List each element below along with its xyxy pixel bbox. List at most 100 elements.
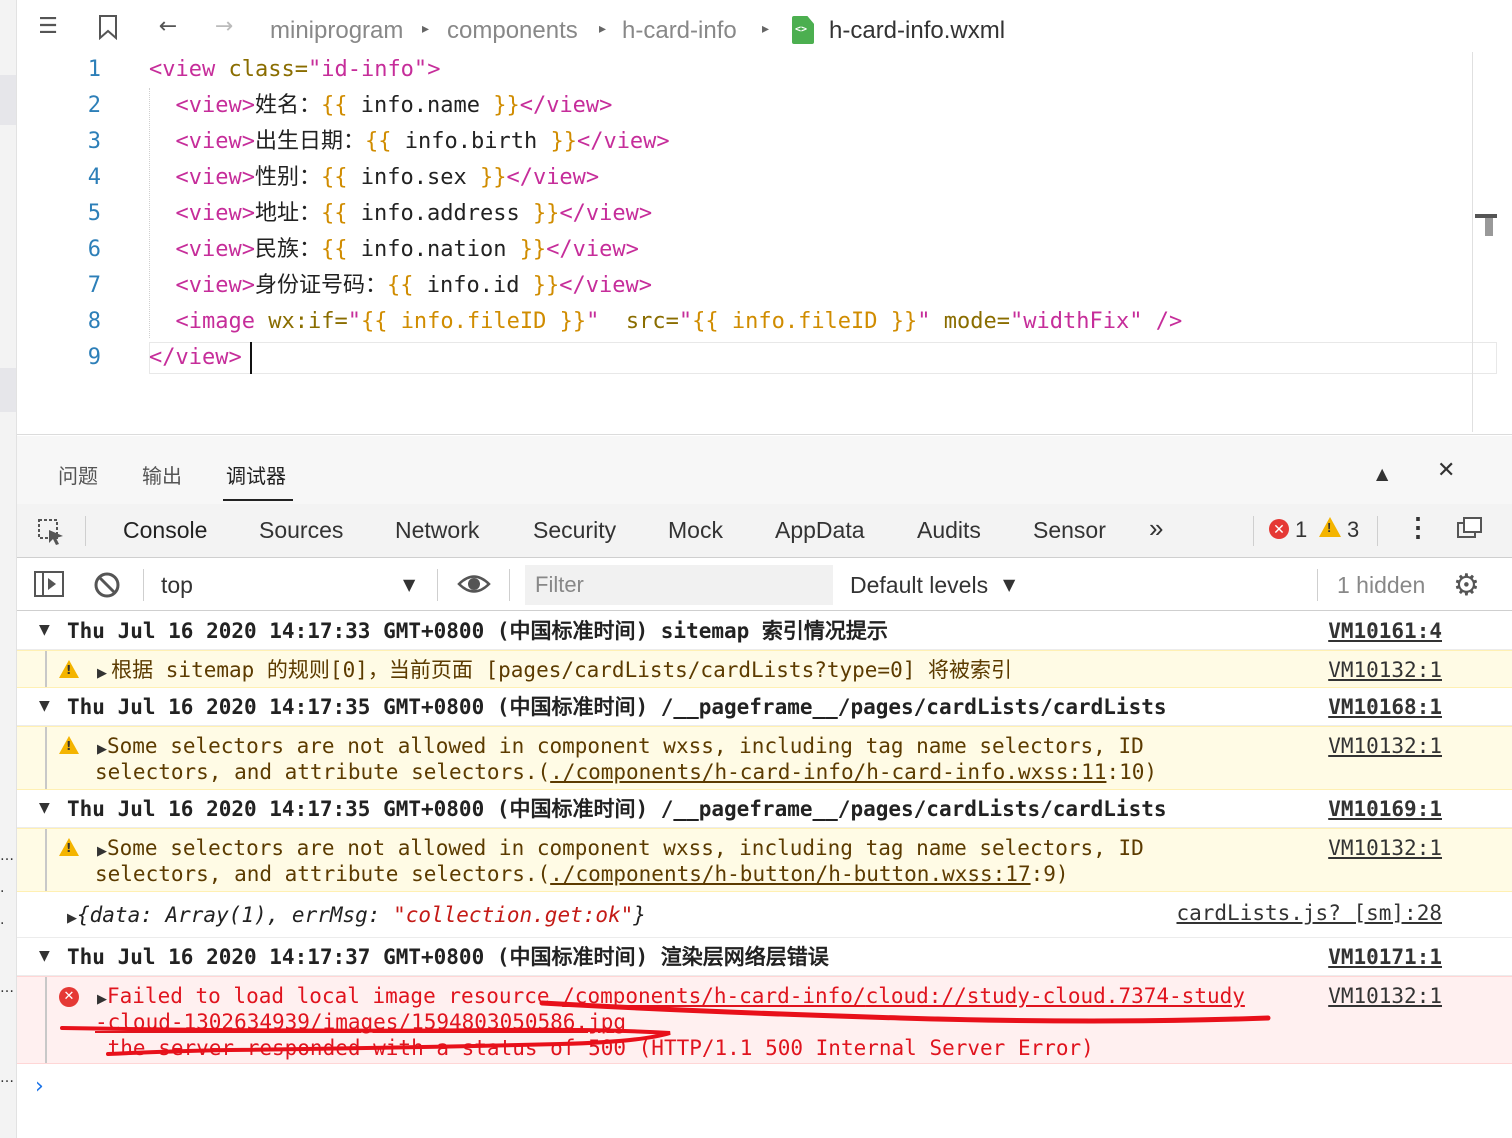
code-line[interactable]: 1 <view class="id-info"> [17, 52, 1497, 88]
expand-triangle-icon[interactable]: ▶ [97, 666, 111, 681]
breadcrumb-segment[interactable]: miniprogram [270, 17, 403, 45]
text-caret [250, 342, 252, 374]
breadcrumb-segment[interactable]: h-card-info [622, 17, 737, 45]
source-link[interactable]: VM10132:1 [1328, 733, 1442, 759]
code-line[interactable]: 5 <view>地址：{{ info.address }}</view> [17, 196, 1497, 232]
code-token: {{ info.fileID }} [692, 309, 918, 334]
filter-input[interactable] [525, 565, 833, 605]
log-object[interactable]: ▶{data: Array(1), errMsg: "collection.ge… [67, 902, 646, 932]
breadcrumb-file[interactable]: h-card-info.wxml [829, 17, 1005, 45]
tab-audits[interactable]: Audits [917, 517, 981, 544]
expand-triangle-icon[interactable]: ▶ [97, 992, 107, 1007]
source-link[interactable]: VM10132:1 [1328, 835, 1442, 861]
warning-count-icon[interactable] [1319, 517, 1341, 537]
list-icon[interactable]: ☰ [35, 14, 61, 40]
expand-triangle-icon[interactable]: ▶ [97, 742, 107, 757]
code-token: " [678, 309, 693, 334]
code-token: info.nation [347, 237, 520, 262]
source-link[interactable]: VM10171:1 [1328, 944, 1442, 970]
expand-triangle-icon[interactable]: ▶ [67, 911, 77, 926]
warning-count[interactable]: 3 [1347, 517, 1359, 543]
wxss-file-link[interactable]: ./components/h-card-info/h-card-info.wxs… [550, 760, 1106, 784]
tab-mock[interactable]: Mock [668, 517, 723, 544]
source-link[interactable]: VM10168:1 [1328, 694, 1442, 720]
group-indent [45, 727, 47, 789]
source-link[interactable]: VM10161:4 [1328, 618, 1442, 644]
code-token: <view> [175, 129, 255, 154]
error-path-link[interactable]: /components/h-card-info/ [562, 984, 865, 1008]
console-prompt-icon[interactable]: › [35, 1074, 44, 1099]
chevron-down-icon[interactable]: ▼ [403, 575, 415, 594]
code-line[interactable]: 6 <view>民族：{{ info.nation }}</view> [17, 232, 1497, 268]
gear-icon[interactable]: ⚙ [1453, 568, 1480, 603]
breadcrumb-segment[interactable]: components [447, 17, 578, 45]
code-line[interactable]: 7 <view>身份证号码：{{ info.id }}</view> [17, 268, 1497, 304]
error-count[interactable]: 1 [1295, 517, 1307, 543]
tab-output[interactable]: 输出 [142, 460, 182, 489]
log-object-text: } [633, 903, 646, 927]
code-line[interactable]: 4 <view>性别：{{ info.sex }}</view> [17, 160, 1497, 196]
wxss-file-link[interactable]: ./components/h-button/h-button.wxss:17 [550, 862, 1030, 886]
left-activity-strip: … . . … … [0, 0, 17, 1138]
code-token: info.sex [347, 165, 480, 190]
inspect-element-icon[interactable] [37, 518, 63, 545]
source-link[interactable]: VM10169:1 [1328, 796, 1442, 822]
undock-icon[interactable] [1457, 516, 1483, 546]
eye-icon[interactable] [457, 571, 491, 603]
tab-security[interactable]: Security [533, 517, 616, 544]
sidebar-toggle-icon[interactable] [34, 571, 64, 603]
cloud-file-link[interactable]: cloud://study-cloud.7374-study [866, 984, 1245, 1008]
forward-arrow-icon[interactable]: → [211, 14, 237, 40]
divider [1377, 516, 1378, 546]
tab-debugger[interactable]: 调试器 [226, 460, 286, 489]
tab-console[interactable]: Console [123, 517, 207, 544]
log-group-header[interactable]: ▼ Thu Jul 16 2020 14:17:33 GMT+0800 (中国标… [17, 612, 1512, 650]
error-count-icon[interactable]: ✕ [1269, 519, 1289, 539]
code-token: 身份证号码： [254, 273, 387, 298]
log-group-header[interactable]: ▼ Thu Jul 16 2020 14:17:35 GMT+0800 (中国标… [17, 790, 1512, 828]
chevron-down-icon[interactable]: ▼ [1003, 575, 1015, 594]
expand-triangle-icon[interactable]: ▼ [39, 622, 50, 638]
warning-text-body: Some selectors are not allowed in compon… [107, 836, 1144, 860]
more-tabs-icon[interactable]: » [1149, 513, 1163, 544]
bookmark-icon[interactable] [95, 14, 121, 41]
expand-triangle-icon[interactable]: ▶ [97, 844, 107, 859]
source-link[interactable]: VM10132:1 [1328, 657, 1442, 683]
code-token: </view> [546, 237, 639, 262]
log-group-header[interactable]: ▼ Thu Jul 16 2020 14:17:35 GMT+0800 (中国标… [17, 688, 1512, 726]
tab-sensor[interactable]: Sensor [1033, 517, 1106, 544]
source-link[interactable]: cardLists.js? [sm]:28 [1176, 900, 1442, 926]
log-levels-dropdown[interactable]: Default levels [850, 572, 988, 599]
code-line[interactable]: 2 <view>姓名：{{ info.name }}</view> [17, 88, 1497, 124]
log-message: ▶{data: Array(1), errMsg: "collection.ge… [17, 892, 1512, 938]
tab-sources[interactable]: Sources [259, 517, 343, 544]
code-line[interactable]: 3 <view>出生日期：{{ info.birth }}</view> [17, 124, 1497, 160]
tab-appdata[interactable]: AppData [775, 517, 865, 544]
tab-network[interactable]: Network [395, 517, 479, 544]
context-selector[interactable]: top [161, 572, 193, 599]
code-token: class= [228, 57, 308, 82]
expand-triangle-icon[interactable]: ▼ [39, 948, 50, 964]
group-title: Thu Jul 16 2020 14:17:35 GMT+0800 (中国标准时… [67, 695, 1167, 719]
code-line[interactable]: 8 <image wx:if="{{ info.fileID }}" src="… [17, 304, 1497, 340]
collapse-panel-icon[interactable]: ▲ [1376, 464, 1388, 483]
wxml-file-icon [792, 16, 814, 44]
code-token: 性别： [254, 165, 321, 190]
warning-icon [59, 660, 79, 678]
expand-triangle-icon[interactable]: ▼ [39, 698, 50, 714]
error-line[interactable]: -cloud-1302634939/images/1594803050586.j… [95, 1009, 626, 1035]
warning-text-body: :9) [1030, 862, 1069, 886]
close-panel-icon[interactable]: ✕ [1437, 458, 1455, 483]
log-group-header[interactable]: ▼ Thu Jul 16 2020 14:17:37 GMT+0800 (中国标… [17, 938, 1512, 976]
expand-triangle-icon[interactable]: ▼ [39, 800, 50, 816]
console-toolbar: top ▼ Default levels ▼ 1 hidden ⚙ [17, 559, 1512, 611]
source-link[interactable]: VM10132:1 [1328, 983, 1442, 1009]
code-line[interactable]: 9 </view> [17, 340, 1497, 376]
tab-problems[interactable]: 问题 [58, 460, 98, 489]
clear-console-icon[interactable] [93, 571, 121, 605]
divider [85, 516, 86, 546]
kebab-menu-icon[interactable]: ⋮ [1405, 512, 1431, 543]
code-editor: ☰ ← → miniprogram ▸ components ▸ h-card-… [17, 0, 1512, 435]
back-arrow-icon[interactable]: ← [155, 14, 181, 40]
